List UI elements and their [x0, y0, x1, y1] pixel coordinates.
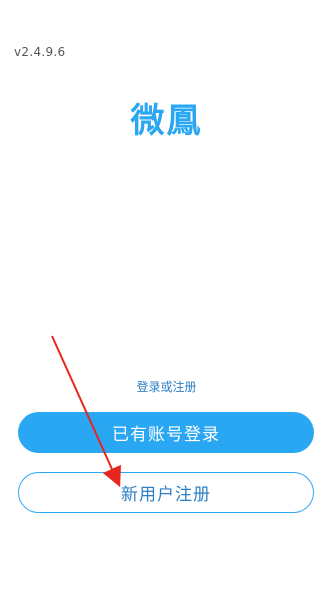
login-or-register-text: 登录或注册: [136, 380, 197, 394]
login-screen: v2.4.9.6 微鳳 登录或注册 已有账号登录 新用户注册: [0, 0, 333, 592]
version-label: v2.4.9.6: [14, 45, 66, 59]
app-title: 微鳳: [130, 101, 203, 141]
login-existing-account-button[interactable]: 已有账号登录: [18, 412, 314, 453]
login-button-label: 已有账号登录: [112, 425, 220, 445]
new-user-register-button[interactable]: 新用户注册: [18, 472, 314, 513]
red-arrow-icon: [51, 335, 122, 488]
register-button-label: 新用户注册: [121, 485, 211, 505]
